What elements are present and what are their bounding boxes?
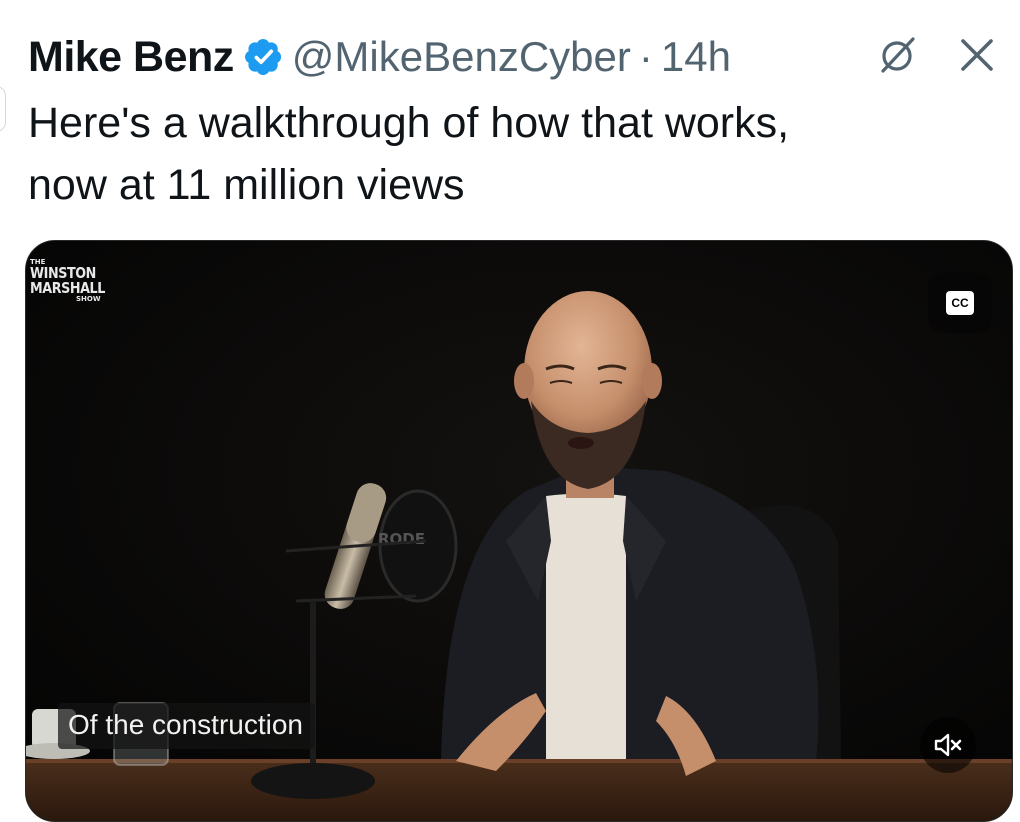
author-handle[interactable]: @MikeBenzCyber	[292, 33, 631, 81]
video-player[interactable]: RODE THE WINSTON MARSHALL SHOW CC Of the…	[25, 240, 1013, 822]
tweet-text-line-2: now at 11 million views	[28, 161, 465, 209]
closed-captions-button[interactable]: CC	[946, 291, 974, 315]
separator-dot: ·	[638, 33, 653, 80]
video-caption: Of the construction	[58, 703, 316, 749]
close-icon	[961, 39, 993, 71]
show-logo: THE WINSTON MARSHALL SHOW	[30, 258, 105, 303]
grok-button[interactable]	[874, 32, 920, 78]
speaker-muted-icon	[934, 733, 962, 757]
close-button[interactable]	[954, 32, 1000, 78]
author-display-name[interactable]: Mike Benz	[28, 33, 234, 82]
tweet-text-line-1: Here's a walkthrough of how that works,	[28, 99, 790, 147]
header-actions	[874, 32, 1000, 78]
previous-panel-edge	[0, 86, 6, 132]
mute-toggle-button[interactable]	[920, 717, 976, 773]
tweet-header: Mike Benz @MikeBenzCyber · 14h	[28, 30, 1000, 84]
verified-badge-icon	[244, 39, 281, 75]
tweet-text: Here's a walkthrough of how that works, …	[28, 92, 988, 216]
grok-icon	[881, 37, 915, 73]
tweet-timestamp[interactable]: 14h	[661, 33, 731, 81]
